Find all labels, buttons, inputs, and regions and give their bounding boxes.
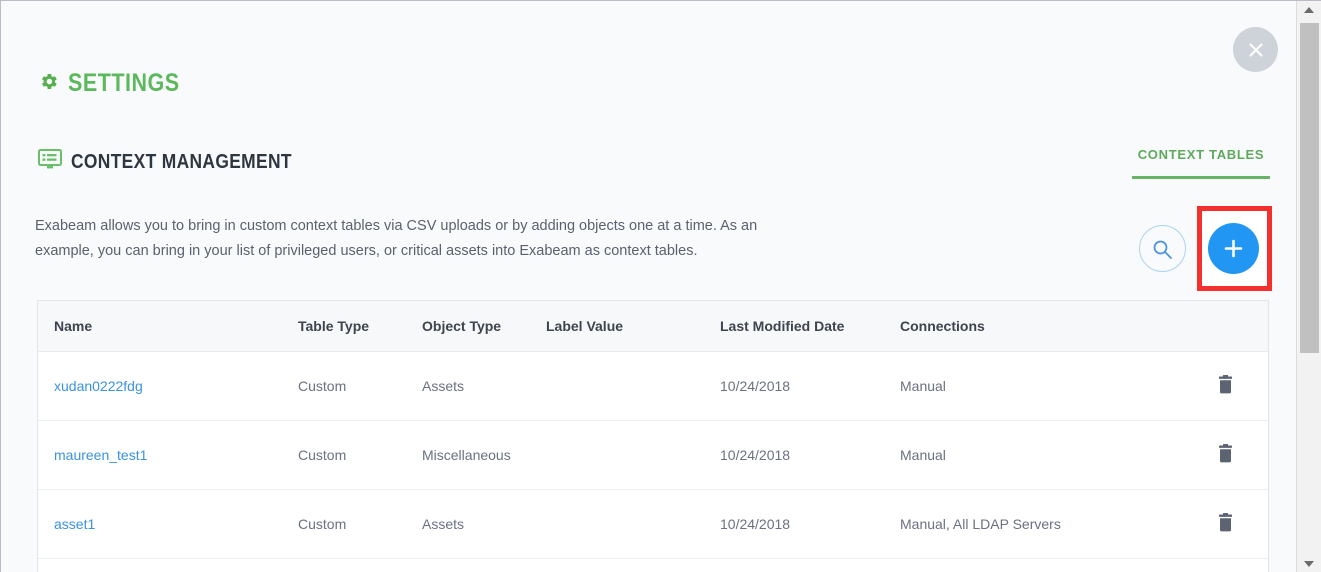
cell-label-value: awet [546,558,720,572]
cell-table-type: Custom [298,351,422,421]
column-header-connections[interactable]: Connections [900,301,1180,352]
cell-name: xudan0222fdg [38,351,298,421]
vertical-scrollbar[interactable] [1296,1,1321,572]
column-header-table-type[interactable]: Table Type [298,301,422,352]
cell-table-type: Custom [298,489,422,559]
scrollbar-down-button[interactable] [1297,555,1321,572]
screen-list-icon [38,149,62,175]
chevron-up-icon [1304,7,1314,13]
column-header-actions [1180,301,1268,352]
column-header-label-value[interactable]: Label Value [546,301,720,352]
cell-object-type: Users [422,558,546,572]
chevron-down-icon [1304,561,1314,567]
scrollbar-thumb[interactable] [1300,23,1319,353]
table-name-link[interactable]: maureen_test1 [54,447,147,463]
cell-object-type: Assets [422,489,546,559]
plus-icon [1208,236,1259,261]
column-header-last-modified[interactable]: Last Modified Date [720,301,900,352]
cell-object-type: Assets [422,351,546,421]
scrollbar-up-button[interactable] [1297,1,1321,19]
tab-bar: CONTEXT TABLES [1132,147,1270,179]
search-icon [1140,239,1185,260]
cell-label-value [546,420,720,490]
cell-connections: Manual [900,558,1180,572]
add-button[interactable] [1208,223,1259,274]
cell-table-type: Custom [298,420,422,490]
cell-connections: Manual, All LDAP Servers [900,489,1180,559]
cell-name: maureen_test1 [38,420,298,490]
trash-icon[interactable] [1217,513,1234,535]
cell-last-modified: 10/24/2018 [720,420,900,490]
gear-icon [38,71,59,96]
cell-name: aewt [38,558,298,572]
table-row: maureen_test1 Custom Miscellaneous 10/24/20… [38,420,1268,490]
cell-actions [1180,351,1268,421]
trash-icon[interactable] [1217,375,1234,397]
context-tables-card: Name Table Type Object Type Label Value … [37,300,1269,572]
column-header-name[interactable]: Name [38,301,298,352]
section-title: CONTEXT MANAGEMENT [38,149,325,175]
cell-actions [1180,420,1268,490]
table-body: xudan0222fdg Custom Assets 10/24/2018 Manual… [38,351,1268,572]
cell-last-modified: 10/24/2018 [720,489,900,559]
tab-context-tables[interactable]: CONTEXT TABLES [1132,147,1270,179]
cell-actions [1180,489,1268,559]
section-description: Exabeam allows you to bring in custom co… [35,218,758,259]
cell-connections: Manual [900,420,1180,490]
table-row: asset1 Custom Assets 10/24/2018 Manual, All … [38,489,1268,559]
table-row: aewtCustomUsersawet10/24/2018Manual [38,558,1268,572]
cell-connections: Manual [900,351,1180,421]
cell-label-value [546,489,720,559]
page-title: SETTINGS [38,69,198,98]
cell-label-value [546,351,720,421]
table-name-link[interactable]: xudan0222fdg [54,378,143,394]
cell-name: asset1 [38,489,298,559]
table-header: Name Table Type Object Type Label Value … [38,301,1268,352]
search-button[interactable] [1139,225,1186,272]
cell-object-type: Miscellaneous [422,420,546,490]
close-button[interactable] [1233,27,1278,72]
section-title-label: CONTEXT MANAGEMENT [71,150,292,173]
table-header-row: Name Table Type Object Type Label Value … [38,301,1268,352]
settings-page: SETTINGS CONTEXT MANAGEMENT CONTEXT TABL… [1,1,1297,572]
close-icon [1233,40,1278,60]
cell-actions [1180,558,1268,572]
table-row: xudan0222fdg Custom Assets 10/24/2018 Manual [38,351,1268,421]
page-title-label: SETTINGS [68,69,180,97]
trash-icon[interactable] [1217,444,1234,466]
table-name-link[interactable]: asset1 [54,516,95,532]
cell-last-modified: 10/24/2018 [720,351,900,421]
context-tables-table: Name Table Type Object Type Label Value … [38,301,1268,572]
cell-last-modified: 10/24/2018 [720,558,900,572]
column-header-object-type[interactable]: Object Type [422,301,546,352]
cell-table-type: Custom [298,558,422,572]
